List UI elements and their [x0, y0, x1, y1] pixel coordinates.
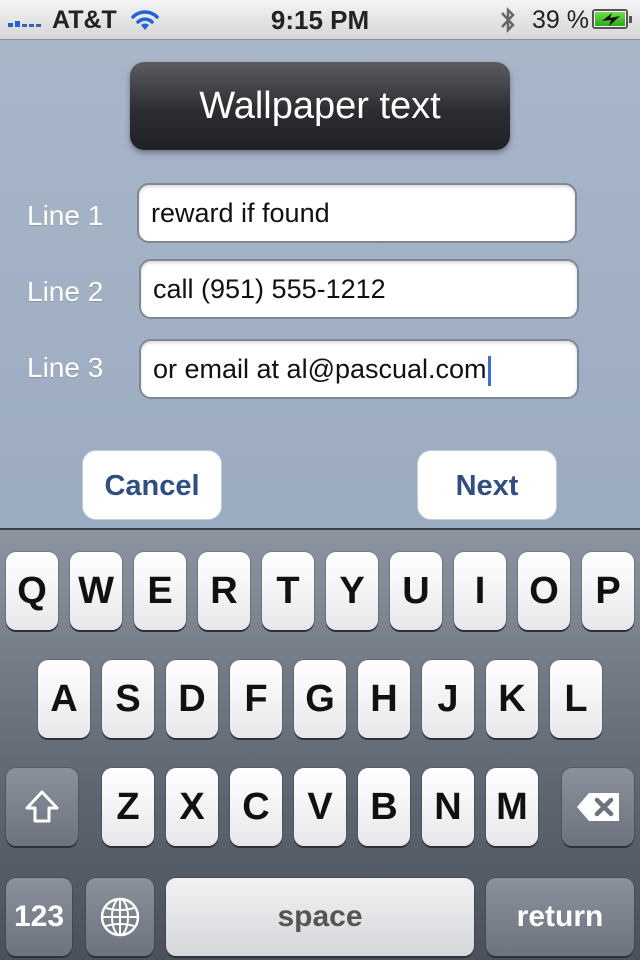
- key-p[interactable]: P: [582, 552, 634, 630]
- line-3-value: or email at al@pascual.com: [153, 354, 487, 384]
- status-bar: AT&T 9:15 PM 39 %: [0, 0, 640, 40]
- key-h[interactable]: H: [358, 660, 410, 738]
- battery-percentage: 39 %: [532, 6, 589, 34]
- key-c[interactable]: C: [230, 768, 282, 846]
- key-t[interactable]: T: [262, 552, 314, 630]
- key-j[interactable]: J: [422, 660, 474, 738]
- key-i[interactable]: I: [454, 552, 506, 630]
- key-f[interactable]: F: [230, 660, 282, 738]
- key-n[interactable]: N: [422, 768, 474, 846]
- key-z[interactable]: Z: [102, 768, 154, 846]
- cancel-button[interactable]: Cancel: [82, 450, 222, 520]
- key-y[interactable]: Y: [326, 552, 378, 630]
- return-key[interactable]: return: [486, 878, 634, 956]
- key-o[interactable]: O: [518, 552, 570, 630]
- line-1-value: reward if found: [151, 198, 330, 228]
- key-m[interactable]: M: [486, 768, 538, 846]
- key-d[interactable]: D: [166, 660, 218, 738]
- keyboard: Q W E R T Y U I O P A S D F G H J K L Z …: [0, 528, 640, 960]
- line-2-value: call (951) 555-1212: [153, 274, 386, 304]
- numbers-key[interactable]: 123: [6, 878, 72, 956]
- shift-icon: [25, 790, 59, 823]
- key-e[interactable]: E: [134, 552, 186, 630]
- shift-key[interactable]: [6, 768, 78, 846]
- battery-icon: [592, 9, 632, 29]
- line-2-field[interactable]: call (951) 555-1212: [139, 259, 579, 319]
- key-w[interactable]: W: [70, 552, 122, 630]
- key-l[interactable]: L: [550, 660, 602, 738]
- key-v[interactable]: V: [294, 768, 346, 846]
- delete-key[interactable]: [562, 768, 634, 846]
- key-x[interactable]: X: [166, 768, 218, 846]
- globe-key[interactable]: [86, 878, 154, 956]
- line-3-field[interactable]: or email at al@pascual.com: [139, 339, 579, 399]
- line-2-label: Line 2: [27, 276, 104, 307]
- next-button[interactable]: Next: [417, 450, 557, 520]
- line-1-label: Line 1: [27, 200, 104, 231]
- main-content: Wallpaper text Line 1 reward if found Li…: [0, 40, 640, 528]
- line-1-field[interactable]: reward if found: [137, 183, 577, 243]
- bluetooth-icon: [498, 5, 518, 40]
- key-q[interactable]: Q: [6, 552, 58, 630]
- backspace-icon: [577, 793, 619, 821]
- key-k[interactable]: K: [486, 660, 538, 738]
- key-g[interactable]: G: [294, 660, 346, 738]
- page-title: Wallpaper text: [130, 62, 510, 150]
- key-u[interactable]: U: [390, 552, 442, 630]
- space-key[interactable]: space: [166, 878, 474, 956]
- key-r[interactable]: R: [198, 552, 250, 630]
- text-cursor: [487, 355, 491, 386]
- key-b[interactable]: B: [358, 768, 410, 846]
- key-a[interactable]: A: [38, 660, 90, 738]
- key-s[interactable]: S: [102, 660, 154, 738]
- line-3-label: Line 3: [27, 352, 104, 383]
- globe-icon: [100, 897, 140, 937]
